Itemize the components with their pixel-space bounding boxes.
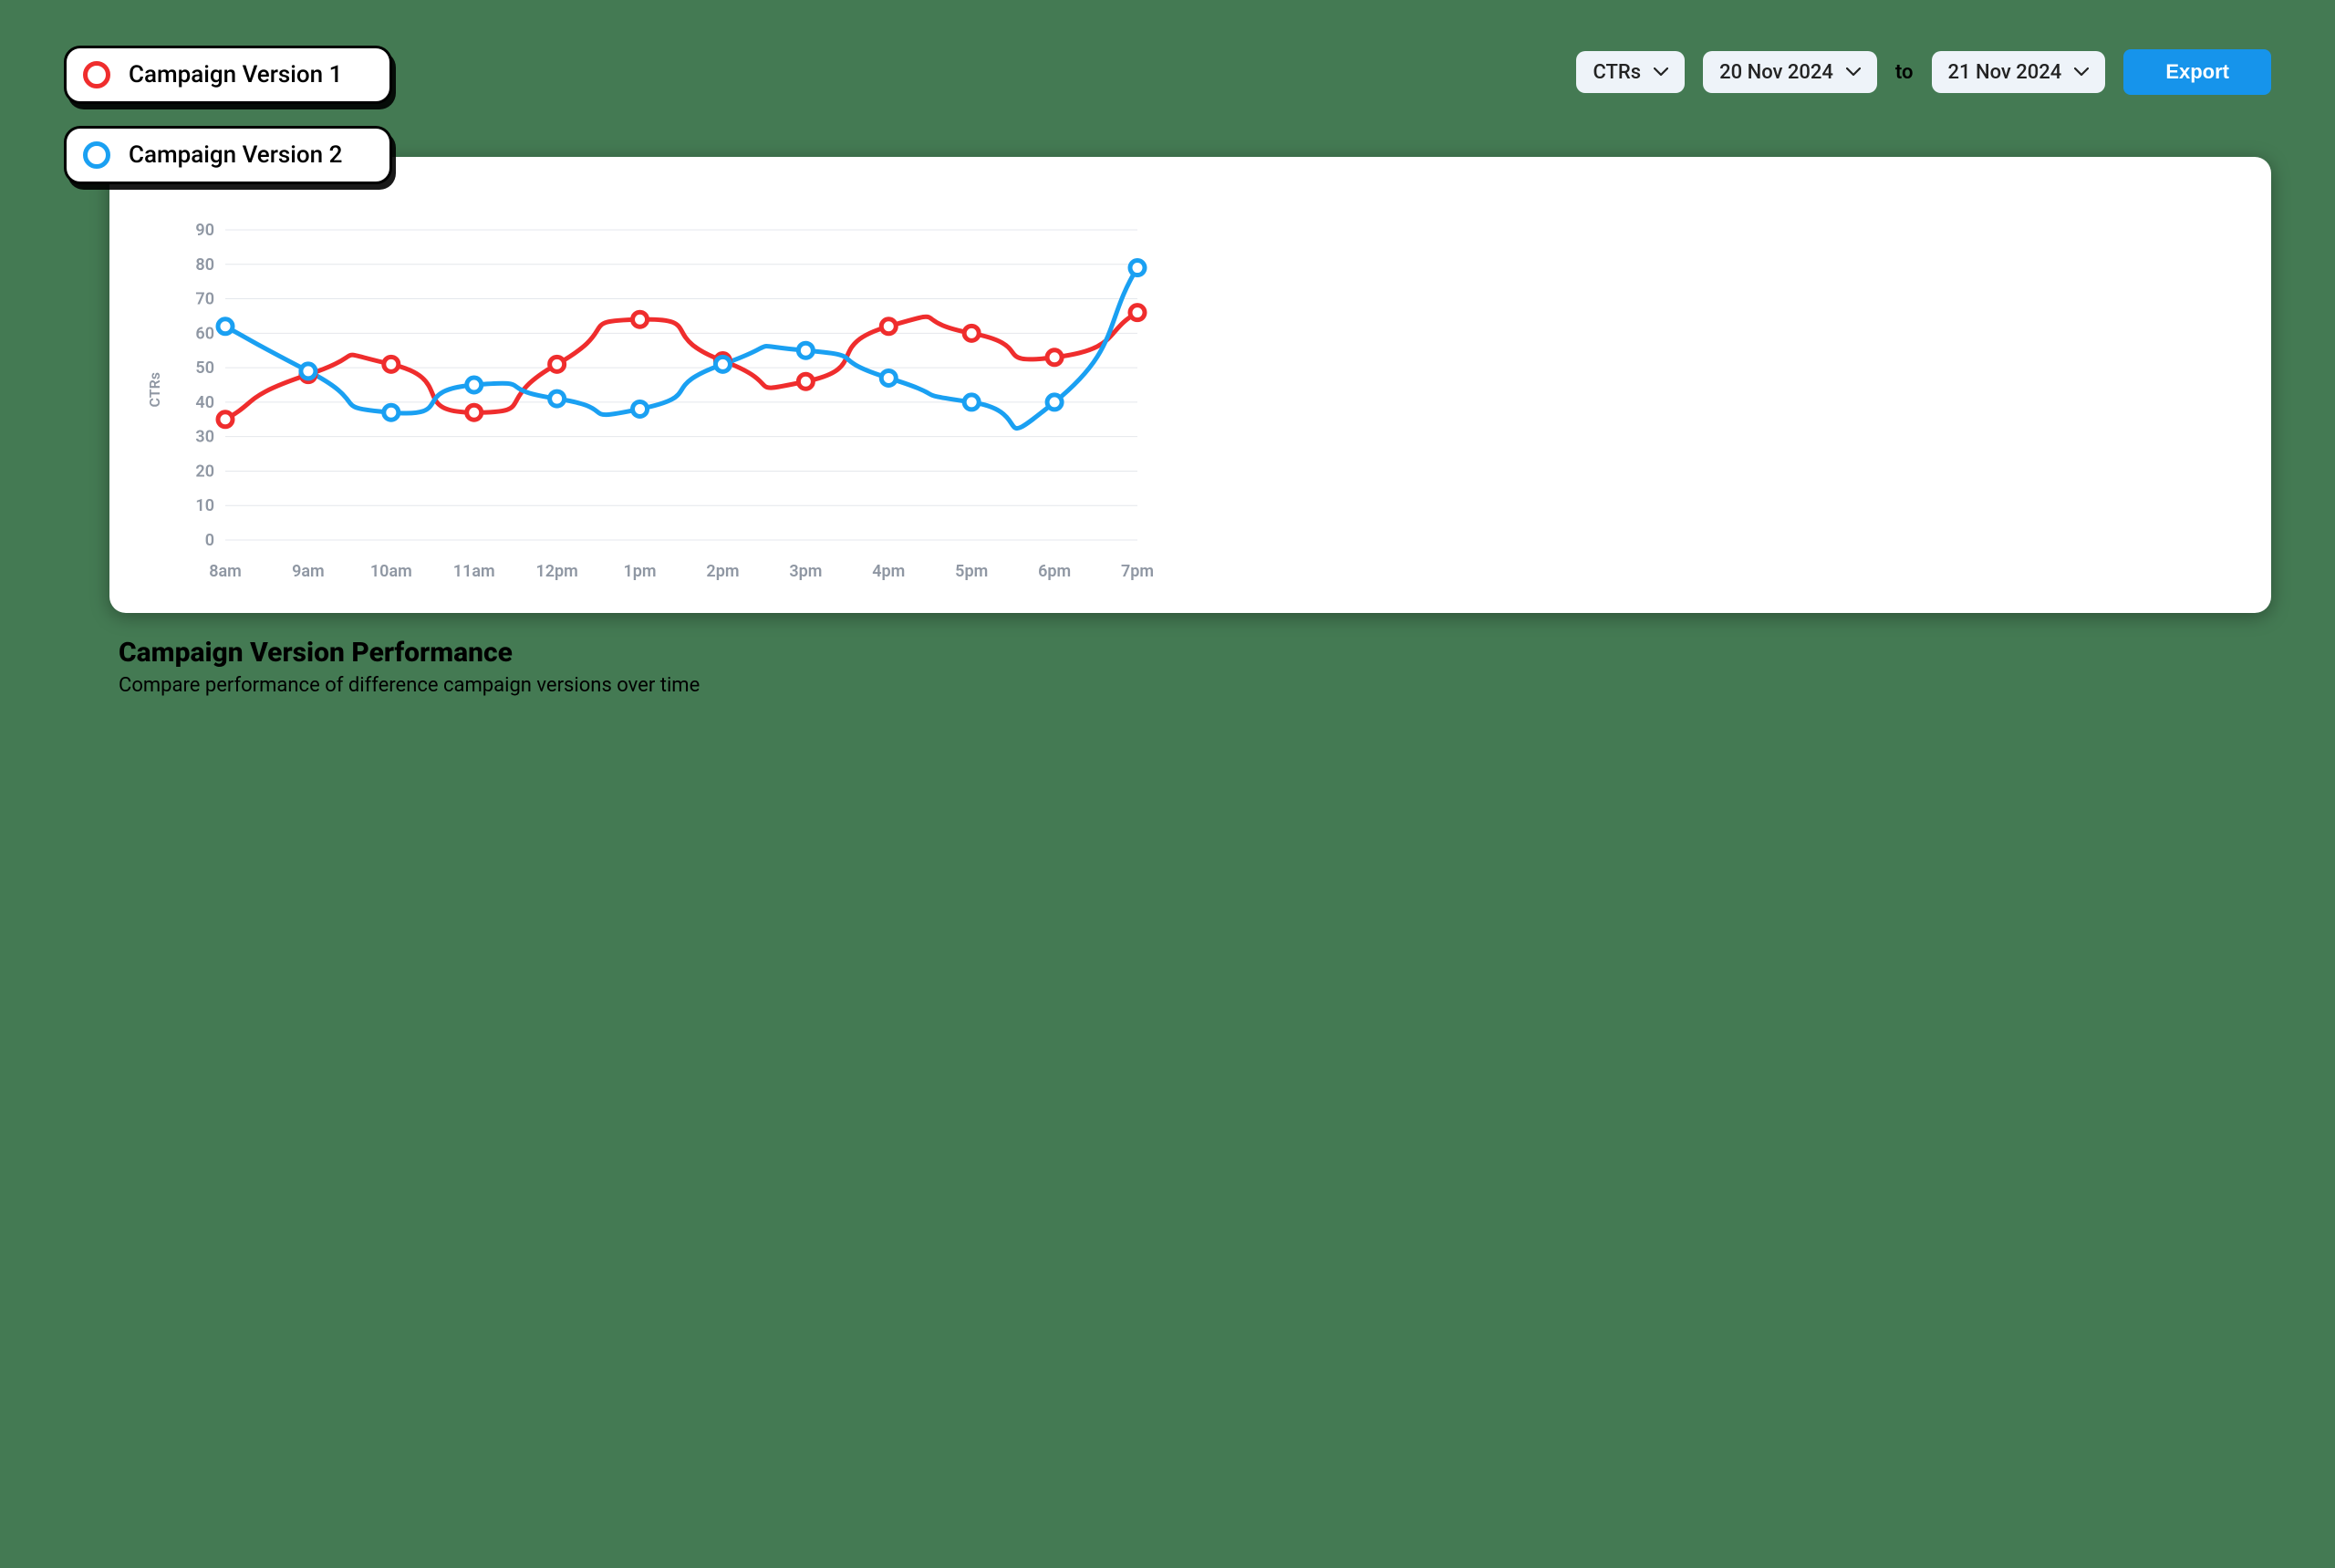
legend-item-campaign-version-2[interactable]: Campaign Version 2: [64, 126, 392, 184]
legend-swatch-icon: [83, 141, 110, 169]
date-from-select[interactable]: 20 Nov 2024: [1703, 51, 1877, 93]
svg-text:70: 70: [195, 290, 214, 309]
svg-text:10: 10: [195, 496, 214, 515]
svg-text:80: 80: [195, 255, 214, 275]
legend-swatch-icon: [83, 61, 110, 88]
svg-text:40: 40: [195, 393, 214, 412]
svg-text:11am: 11am: [453, 562, 495, 581]
svg-text:30: 30: [195, 428, 214, 447]
svg-text:10am: 10am: [370, 562, 412, 581]
y-axis-title: CTRs: [146, 372, 163, 407]
line-chart: 0 10 20 30 40 50 60 70 80 90 8am 9am 10am 11am 12pm 1pm…: [171, 193, 1156, 586]
controls-bar: CTRs 20 Nov 2024 to 21 Nov 2024 Export: [1576, 46, 2271, 95]
legend-item-campaign-version-1[interactable]: Campaign Version 1: [64, 46, 392, 104]
metric-select-value: CTRs: [1593, 61, 1641, 84]
svg-text:1pm: 1pm: [624, 562, 657, 581]
legend-item-label: Campaign Version 1: [129, 61, 342, 88]
svg-text:6pm: 6pm: [1038, 562, 1071, 581]
caption: Campaign Version Performance Compare per…: [119, 637, 2271, 697]
metric-select[interactable]: CTRs: [1576, 51, 1685, 93]
svg-text:50: 50: [195, 358, 214, 378]
export-button[interactable]: Export: [2123, 49, 2271, 95]
svg-text:7pm: 7pm: [1121, 562, 1154, 581]
date-to-select[interactable]: 21 Nov 2024: [1932, 51, 2106, 93]
date-from-value: 20 Nov 2024: [1719, 61, 1833, 84]
svg-text:3pm: 3pm: [789, 562, 822, 581]
caption-title: Campaign Version Performance: [119, 637, 2271, 669]
svg-text:9am: 9am: [292, 562, 325, 581]
svg-text:60: 60: [195, 324, 214, 343]
svg-text:2pm: 2pm: [706, 562, 739, 581]
export-button-label: Export: [2165, 60, 2229, 84]
svg-text:20: 20: [195, 462, 214, 481]
date-to-value: 21 Nov 2024: [1948, 61, 2062, 84]
legend: Campaign Version 1 Campaign Version 2: [64, 46, 392, 184]
svg-text:4pm: 4pm: [872, 562, 905, 581]
svg-text:8am: 8am: [209, 562, 242, 581]
legend-item-label: Campaign Version 2: [129, 141, 342, 169]
chart-card: CTRs 0 10 20 30 40 50 60 70 80 90 8am 9am 10am 11am 12…: [109, 157, 2271, 613]
caption-subtitle: Compare performance of difference campai…: [119, 674, 2271, 697]
chevron-down-icon: [1846, 67, 1861, 77]
chevron-down-icon: [2074, 67, 2089, 77]
svg-text:0: 0: [205, 531, 214, 550]
svg-text:5pm: 5pm: [955, 562, 988, 581]
svg-text:12pm: 12pm: [535, 562, 577, 581]
svg-text:90: 90: [195, 221, 214, 240]
date-range-to-label: to: [1895, 61, 1914, 84]
chevron-down-icon: [1654, 67, 1668, 77]
